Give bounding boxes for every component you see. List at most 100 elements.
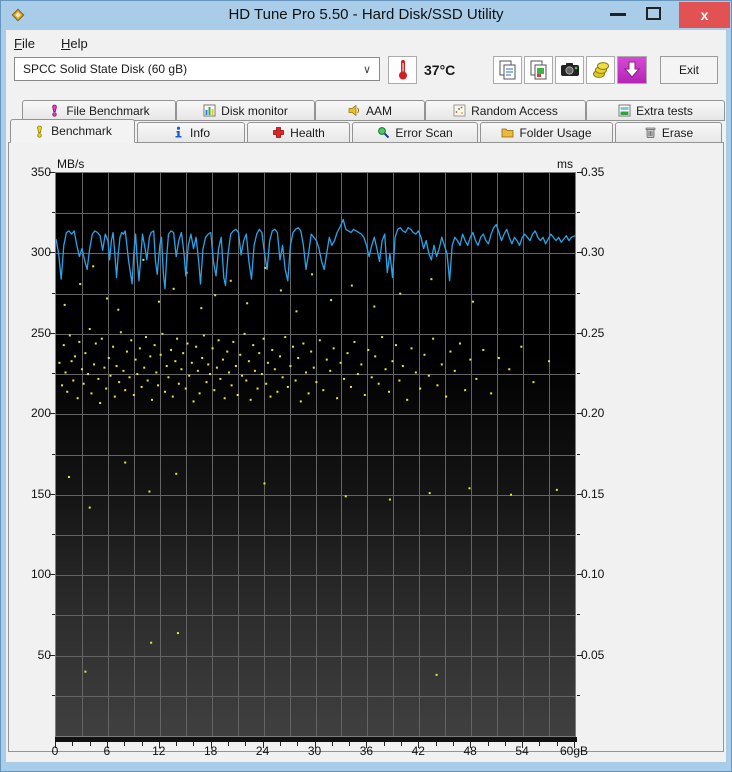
ms-axis-tick [577,212,580,213]
x-axis-tick [228,742,229,746]
x-axis-tick [193,742,194,746]
x-axis-tick [401,742,402,746]
ms-axis-tick [577,574,583,575]
drive-selector[interactable]: SPCC Solid State Disk (60 gB) ∨ [14,57,380,81]
tab-health[interactable]: Health [247,122,350,143]
x-axis-tick-label: 60gB [559,744,589,758]
y-axis-tick [49,252,55,253]
y-axis-tick-label: 150 [30,486,51,501]
ms-axis-tick [577,655,583,656]
maximize-button[interactable] [646,7,661,20]
tab-random-access[interactable]: Random Access [425,100,586,121]
menu-help[interactable]: Help [55,34,94,54]
close-button[interactable]: x [679,2,730,28]
export-button[interactable] [617,56,647,84]
left-axis-title: MB/s [57,157,85,171]
ms-axis-tick-label: 0.35 [581,165,605,179]
ms-axis-tick-label: 0.15 [581,486,605,501]
tab-file-benchmark[interactable]: File Benchmark [22,100,176,121]
copy-text-button[interactable] [493,56,522,84]
x-axis-tick-label: 6 [103,744,111,758]
copy-text-icon [499,60,515,79]
file-benchmark-icon [52,104,58,117]
ms-axis-tick [577,373,580,374]
y-axis-tick [49,494,55,495]
x-axis-tick [72,742,73,746]
health-cross-icon [273,127,285,138]
x-axis-tick-label: 24 [255,744,270,758]
ms-axis-tick [577,333,583,334]
y-axis-tick [52,293,55,294]
y-axis-tick-label: 250 [30,325,51,340]
y-axis-tick [49,172,55,173]
y-axis-tick [52,373,55,374]
x-axis-tick-label: 36 [359,744,374,758]
x-axis-tick [349,742,350,746]
x-axis-tick [505,742,506,746]
x-axis-tick [280,742,281,746]
speaker-icon [348,104,360,117]
tab-label: Folder Usage [519,125,592,140]
drive-selector-value: SPCC Solid State Disk (60 gB) [23,62,188,76]
thermometer-icon [398,60,407,80]
folder-icon [502,128,514,138]
x-axis-tick [384,742,385,746]
x-axis-tick [176,742,177,746]
tab-label: Erase [661,125,694,140]
y-axis-tick-label: 50 [37,647,51,662]
chart-canvas [56,173,575,736]
tab-label: AAM [365,103,392,118]
ms-axis-tick [577,252,583,253]
y-axis-tick [49,655,55,656]
ms-axis-tick [577,614,580,615]
tab-label: Error Scan [395,125,453,140]
y-axis-tick-label: 350 [30,165,51,179]
tab-benchmark[interactable]: Benchmark [10,119,135,143]
tab-info[interactable]: Info [137,122,245,143]
x-axis-tick [436,742,437,746]
ms-axis-tick-label: 0.30 [581,245,605,260]
temperature-value: 37°C [424,62,456,78]
right-axis-title: ms [557,157,573,171]
tab-aam[interactable]: AAM [315,100,425,121]
y-axis-tick-label: 200 [30,406,51,421]
ms-axis-tick [577,172,583,173]
coins-button[interactable] [586,56,615,84]
x-axis-tick-label: 30 [307,744,322,758]
tab-extra-tests[interactable]: Extra tests [586,100,725,121]
tab-error-scan[interactable]: Error Scan [352,122,478,143]
tab-label: Random Access [471,103,558,118]
minimize-button[interactable] [610,13,626,16]
temperature-button[interactable] [388,56,417,84]
ms-axis-tick-label: 0.05 [581,647,605,662]
x-axis-tick-label: 54 [515,744,529,758]
copy-image-icon [530,60,546,79]
download-arrow-icon [623,61,641,78]
titlebar: HD Tune Pro 5.50 - Hard Disk/SSD Utility… [0,0,732,30]
camera-icon [560,63,579,76]
x-axis-tick-label: 18 [204,744,218,758]
menu-file[interactable]: File [8,34,41,54]
screenshot-button[interactable] [555,56,584,84]
y-axis-tick [49,574,55,575]
x-axis-tick [245,742,246,746]
ms-axis-tick [577,293,580,294]
y-axis-tick [52,534,55,535]
tab-folder-usage[interactable]: Folder Usage [480,122,613,143]
tab-erase[interactable]: Erase [615,122,722,143]
ms-axis-tick-label: 0.20 [581,406,605,421]
x-axis-tick-label: 0 [51,744,59,758]
x-axis-tick-label: 42 [411,744,425,758]
exit-button[interactable]: Exit [660,56,718,84]
tab-label: Extra tests [636,103,693,118]
tab-disk-monitor[interactable]: Disk monitor [176,100,315,121]
y-axis-tick-label: 300 [30,245,51,260]
y-axis-tick [52,614,55,615]
disk-monitor-icon [203,104,216,117]
x-axis-tick-label: 48 [463,744,477,758]
copy-image-button[interactable] [524,56,553,84]
benchmark-icon [37,125,42,138]
y-axis-tick [49,333,55,334]
tab-label: Disk monitor [221,103,288,118]
chevron-down-icon: ∨ [362,63,371,76]
